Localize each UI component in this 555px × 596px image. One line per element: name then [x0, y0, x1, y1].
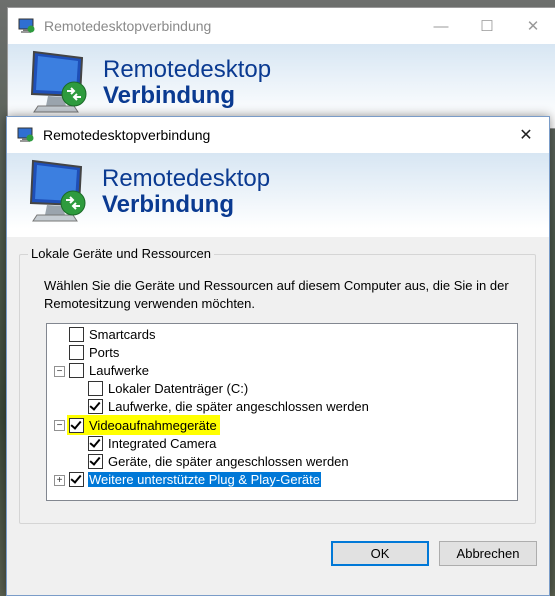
- local-devices-groupbox: Lokale Geräte und Ressourcen Wählen Sie …: [19, 246, 536, 524]
- ok-button[interactable]: OK: [331, 541, 429, 566]
- tree-item-label: Integrated Camera: [108, 435, 217, 451]
- tree-item-ports[interactable]: Ports: [69, 343, 120, 361]
- collapse-icon[interactable]: −: [54, 366, 65, 377]
- tree-item-other-pnp[interactable]: Weitere unterstützte Plug & Play-Geräte: [69, 470, 321, 488]
- expand-icon[interactable]: +: [54, 475, 65, 486]
- remote-desktop-app-icon: [17, 127, 34, 142]
- tree-item-later-devices[interactable]: Geräte, die später angeschlossen werden: [88, 452, 350, 470]
- checkbox[interactable]: [69, 344, 84, 360]
- cancel-button[interactable]: Abbrechen: [439, 541, 537, 566]
- tree-item-label: Videoaufnahmegeräte: [89, 417, 217, 433]
- checkbox[interactable]: [88, 380, 103, 396]
- checkbox[interactable]: [88, 435, 103, 451]
- checkbox[interactable]: [69, 362, 84, 378]
- description-text: Wählen Sie die Geräte und Ressourcen auf…: [44, 278, 509, 311]
- banner-title-line2: Verbindung: [103, 82, 235, 109]
- banner-title-line1: Remotedesktop: [103, 56, 272, 83]
- background-titlebar[interactable]: Remotedesktopverbindung — ☐ ✕: [8, 8, 555, 44]
- tree-item-video-capture[interactable]: Videoaufnahmegeräte: [67, 415, 220, 435]
- monitor-icon: [30, 50, 87, 113]
- tree-item-label: Weitere unterstützte Plug & Play-Geräte: [88, 471, 321, 487]
- checkbox[interactable]: [88, 453, 103, 469]
- background-window: Remotedesktopverbindung — ☐ ✕ Remotedesk…: [7, 7, 555, 129]
- tree-item-smartcards[interactable]: Smartcards: [69, 325, 156, 343]
- tree-item-label: Ports: [89, 344, 120, 360]
- tree-item-label: Lokaler Datenträger (C:): [108, 380, 249, 396]
- local-resources-dialog: Remotedesktopverbindung ✕ Remotedesktop …: [6, 116, 550, 596]
- dialog-close-button[interactable]: ✕: [503, 117, 549, 153]
- collapse-icon[interactable]: −: [54, 420, 65, 431]
- groupbox-title: Lokale Geräte und Ressourcen: [28, 246, 214, 261]
- tree-item-label: Geräte, die später angeschlossen werden: [108, 453, 349, 469]
- tree-item-later-drives[interactable]: Laufwerke, die später angeschlossen werd…: [88, 397, 370, 415]
- tree-item-integrated-camera[interactable]: Integrated Camera: [88, 434, 217, 452]
- remote-desktop-app-icon: [18, 18, 35, 33]
- close-button[interactable]: ✕: [510, 8, 555, 44]
- tree-item-local-disk[interactable]: Lokaler Datenträger (C:): [88, 379, 249, 397]
- tree-item-label: Laufwerke: [89, 362, 149, 378]
- tree-item-drives[interactable]: Laufwerke: [69, 361, 150, 379]
- dialog-titlebar[interactable]: Remotedesktopverbindung ✕: [7, 117, 549, 153]
- background-window-title: Remotedesktopverbindung: [44, 18, 212, 34]
- device-tree[interactable]: Smartcards Ports − Laufwerke Lokaler Dat…: [46, 323, 518, 501]
- banner-title-line1: Remotedesktop: [102, 165, 271, 192]
- tree-item-label: Smartcards: [89, 326, 156, 342]
- checkbox[interactable]: [69, 471, 84, 487]
- checkbox[interactable]: [69, 326, 84, 342]
- maximize-button[interactable]: ☐: [464, 8, 510, 44]
- monitor-icon: [29, 159, 86, 222]
- banner-title-line2: Verbindung: [102, 191, 234, 218]
- checkbox[interactable]: [69, 417, 84, 433]
- tree-item-label: Laufwerke, die später angeschlossen werd…: [108, 398, 369, 414]
- dialog-banner: Remotedesktop Verbindung: [7, 153, 549, 237]
- dialog-title: Remotedesktopverbindung: [43, 127, 211, 143]
- checkbox[interactable]: [88, 398, 103, 414]
- minimize-button[interactable]: —: [418, 8, 464, 44]
